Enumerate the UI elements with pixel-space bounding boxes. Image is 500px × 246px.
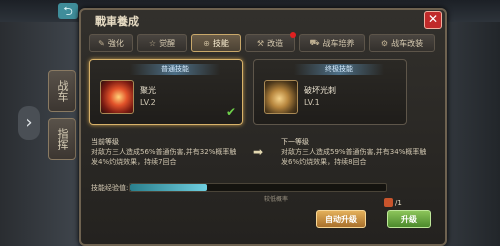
skill-card-ultimate[interactable]: 终极技能 破坏光刺 LV.1	[253, 59, 407, 125]
skill-name: 聚光	[140, 86, 156, 95]
tab-label: 觉醒	[159, 38, 176, 48]
arrow-right-icon: ➡	[253, 145, 264, 159]
upgrade-item-icon	[384, 198, 393, 207]
probability-note: 较低概率	[264, 196, 289, 203]
skill-type-label: 普通技能	[130, 64, 220, 75]
tab-bar: ✎ 強化 ☆ 觉醒 ⊕ 技能 ⚒ 改造 ⛟ 战车培养 ⚙ 战车改装	[89, 32, 437, 52]
side-tab-vehicle[interactable]: 战车	[48, 70, 76, 112]
tab-label: 技能	[212, 38, 229, 48]
tab-label: 战车改装	[391, 38, 424, 48]
checkmark-icon: ✔	[225, 105, 236, 119]
next-level-description: 对敌方三人造成59%普通伤害,并有34%概率触发6%灼烧效果，持续8回合	[281, 148, 427, 166]
tab-label: 強化	[107, 38, 124, 48]
strengthen-icon: ✎	[98, 38, 105, 48]
tab-vehicle-training[interactable]: ⛟ 战车培养	[299, 34, 365, 52]
gear-icon: ⚙	[380, 38, 389, 48]
close-button[interactable]: ✕	[424, 11, 442, 29]
back-arrow-icon: ⮌	[63, 4, 73, 18]
side-tab-command[interactable]: 指挥	[48, 118, 76, 160]
vehicle-training-dialog: 戰車養成 ✕ ✎ 強化 ☆ 觉醒 ⊕ 技能 ⚒ 改造 ⛟ 战车培养 ⚙ 战车改装	[79, 8, 447, 246]
vehicle-icon: ⛟	[309, 38, 320, 47]
focus-light-skill-icon	[100, 80, 134, 114]
skill-level: LV.2	[140, 98, 156, 107]
game-background-right	[440, 22, 500, 246]
tab-modify[interactable]: ⚒ 改造	[245, 32, 296, 52]
skill-list: 普通技能 聚光 LV.2 ✔ 终极技能 破坏光刺 LV.1	[89, 59, 433, 125]
tab-skills[interactable]: ⊕ 技能	[191, 34, 241, 52]
tab-label: 改造	[267, 38, 284, 48]
star-icon: ☆	[148, 38, 157, 48]
skill-name: 破坏光刺	[304, 86, 336, 95]
tab-strengthen[interactable]: ✎ 強化	[89, 34, 133, 52]
exp-bar	[129, 183, 387, 192]
crosshair-icon: ⊕	[203, 38, 210, 48]
wrench-icon: ⚒	[256, 38, 265, 48]
skill-level: LV.1	[304, 98, 320, 107]
side-expand-button[interactable]: ›	[18, 106, 40, 140]
back-button[interactable]: ⮌	[58, 3, 78, 19]
exp-label: 技能经验值:	[91, 184, 129, 192]
dialog-title: 戰車養成	[95, 15, 139, 28]
auto-upgrade-button[interactable]: 自动升级	[316, 210, 366, 228]
next-level-heading: 下一等级	[281, 138, 309, 146]
exp-bar-fill	[130, 184, 207, 191]
alert-dot-icon	[290, 32, 296, 38]
tab-vehicle-refit[interactable]: ⚙ 战车改装	[369, 34, 435, 52]
current-level-description: 对敌方三人造成56%普通伤害,并有32%概率触发4%灼烧效果，持续7回合	[91, 148, 237, 166]
upgrade-item-count: /1	[395, 199, 402, 207]
tab-awaken[interactable]: ☆ 觉醒	[137, 34, 187, 52]
destruction-spike-skill-icon	[264, 80, 298, 114]
upgrade-button[interactable]: 升级	[387, 210, 431, 228]
tab-label: 战车培养	[322, 38, 355, 48]
current-level-heading: 当前等级	[91, 138, 119, 146]
skill-type-label: 终极技能	[294, 64, 384, 75]
skill-card-normal[interactable]: 普通技能 聚光 LV.2 ✔	[89, 59, 243, 125]
close-icon: ✕	[427, 12, 439, 26]
